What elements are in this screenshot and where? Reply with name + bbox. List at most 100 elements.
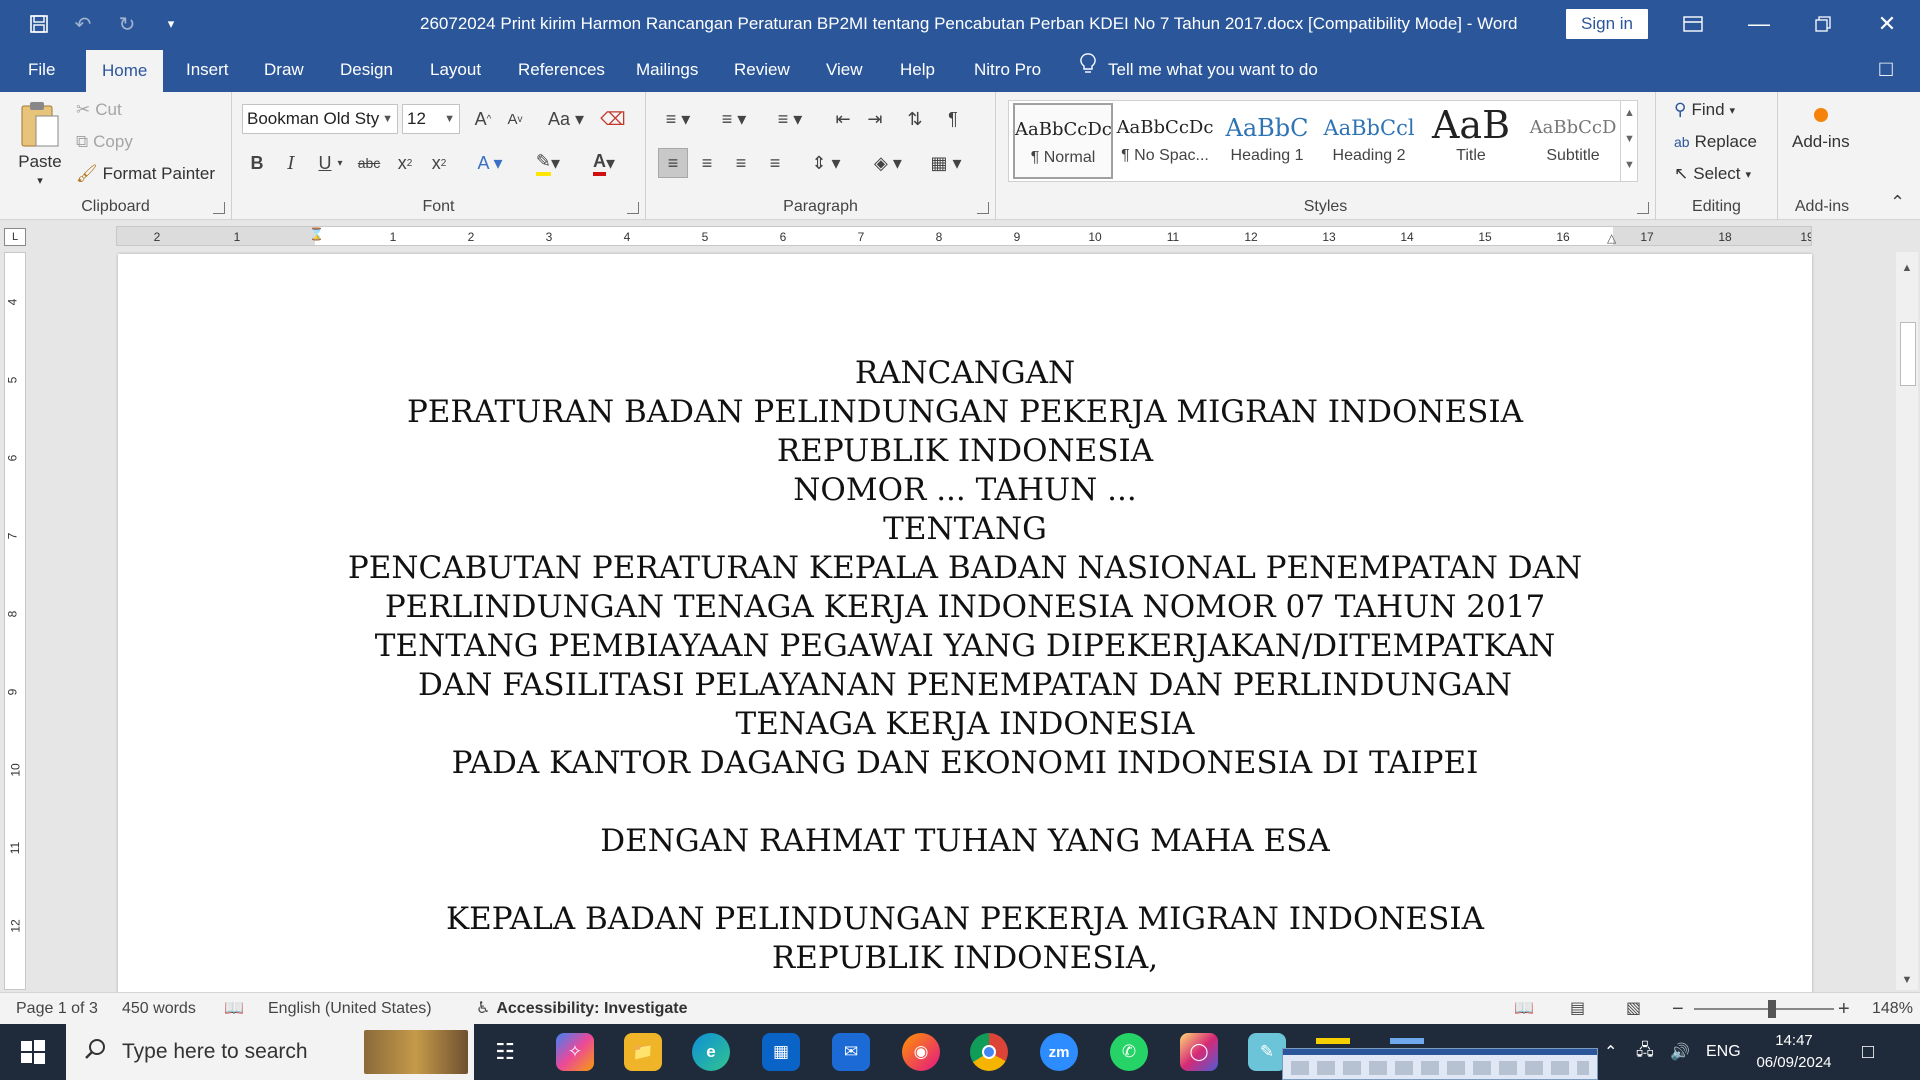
task-view-icon[interactable]: ☷ (486, 1033, 524, 1071)
web-layout-icon[interactable]: ▧ (1626, 993, 1641, 1025)
undo-icon[interactable]: ↶ (64, 5, 102, 43)
word-taskbar-icon[interactable] (1390, 1038, 1424, 1052)
numbering-icon[interactable]: ≡ ▾ (712, 104, 756, 134)
bullets-icon[interactable]: ≡ ▾ (656, 104, 700, 134)
system-clock[interactable]: 14:47 06/09/2024 (1752, 1030, 1836, 1074)
scroll-up-icon[interactable]: ▲ (1896, 258, 1918, 278)
tab-layout[interactable]: Layout (414, 48, 497, 92)
style-subtitle[interactable]: AaBbCcD Subtitle (1523, 103, 1623, 179)
font-color-icon[interactable]: A ▾ (584, 148, 624, 178)
highlight-icon[interactable]: ✎ ▾ (528, 148, 568, 178)
sticky-notes-icon[interactable] (1316, 1038, 1350, 1044)
cut-button[interactable]: ✂ Cut (76, 100, 122, 120)
volume-icon[interactable]: 🔊 (1670, 1024, 1690, 1080)
instagram-icon[interactable]: ◯ (1180, 1033, 1218, 1071)
replace-button[interactable]: ab Replace (1674, 132, 1757, 152)
indent-marker-icon[interactable]: ⌛ (309, 227, 324, 241)
find-button[interactable]: ⚲ Find ▾ (1674, 100, 1735, 120)
bold-icon[interactable]: B (242, 148, 272, 178)
change-case-icon[interactable]: Aa ▾ (544, 104, 588, 134)
chrome-icon[interactable] (970, 1033, 1008, 1071)
styles-gallery-scroll[interactable]: ▲ ▼ ▼ (1620, 100, 1638, 182)
sign-in-button[interactable]: Sign in (1566, 9, 1648, 39)
show-formatting-marks-icon[interactable]: ¶ (938, 104, 968, 134)
read-mode-icon[interactable]: 📖 (1514, 993, 1534, 1025)
right-indent-marker-icon[interactable]: △ (1607, 231, 1616, 245)
zoom-level[interactable]: 148% (1872, 993, 1913, 1025)
redo-icon[interactable]: ↻ (108, 5, 146, 43)
increease-indent-icon[interactable]: ⇥ (860, 104, 890, 134)
tab-nitro-pro[interactable]: Nitro Pro (958, 48, 1057, 92)
superscript-icon[interactable]: x2 (424, 148, 454, 178)
line-spacing-icon[interactable]: ⇕ ▾ (804, 148, 848, 178)
style-heading-2[interactable]: AaBbCcl Heading 2 (1319, 103, 1419, 179)
decrease-indent-icon[interactable]: ⇤ (828, 104, 858, 134)
ribbon-display-options-icon[interactable] (1664, 0, 1722, 48)
style-no-spacing[interactable]: AaBbCcDc ¶ No Spac... (1115, 103, 1215, 179)
horizontal-ruler[interactable]: 2 1 1 2 3 4 5 6 7 8 9 10 11 12 13 14 15 … (116, 226, 1812, 246)
input-language[interactable]: ENG (1706, 1024, 1741, 1080)
font-size-select[interactable]: 12 ▼ (402, 104, 460, 134)
tab-help[interactable]: Help (884, 48, 951, 92)
multilevel-list-icon[interactable]: ≡ ▾ (768, 104, 812, 134)
notepad-icon[interactable]: ✎ (1248, 1033, 1286, 1071)
vertical-ruler[interactable]: 4 5 6 7 8 9 10 11 12 (4, 252, 26, 990)
tab-references[interactable]: References (502, 48, 621, 92)
italic-icon[interactable]: I (276, 148, 306, 178)
chevron-down-icon[interactable]: ▼ (1621, 126, 1638, 152)
word-window-thumbnail[interactable] (1282, 1048, 1598, 1080)
restore-icon[interactable] (1794, 0, 1852, 48)
language-status[interactable]: English (United States) (268, 993, 432, 1025)
tab-insert[interactable]: Insert (170, 48, 245, 92)
align-right-icon[interactable]: ≡ (726, 148, 756, 178)
file-explorer-icon[interactable]: 📁 (624, 1033, 662, 1071)
tab-design[interactable]: Design (324, 48, 409, 92)
zoom-slider[interactable] (1694, 1008, 1834, 1010)
minimize-icon[interactable]: — (1730, 0, 1788, 48)
addins-button[interactable]: Add-ins (1792, 108, 1850, 152)
style-heading-1[interactable]: AaBbC Heading 1 (1217, 103, 1317, 179)
format-painter-button[interactable]: 🖌 Format Painter (76, 164, 215, 184)
scroll-down-icon[interactable]: ▼ (1896, 970, 1918, 990)
tab-draw[interactable]: Draw (248, 48, 320, 92)
subscript-icon[interactable]: x2 (390, 148, 420, 178)
customize-qat-icon[interactable]: ▾ (152, 5, 190, 43)
edge-icon[interactable]: e (692, 1033, 730, 1071)
zoom-slider-thumb[interactable] (1768, 1000, 1776, 1018)
copilot-icon[interactable]: ✧ (556, 1033, 594, 1071)
document-body[interactable]: RANCANGAN PERATURAN BADAN PELINDUNGAN PE… (118, 354, 1812, 978)
tell-me-search[interactable]: Tell me what you want to do (1080, 48, 1318, 92)
microsoft-store-icon[interactable]: ▦ (762, 1033, 800, 1071)
tab-home[interactable]: Home (86, 50, 164, 92)
vertical-scrollbar[interactable]: ▲ ▼ (1896, 252, 1918, 990)
tab-file[interactable]: File (12, 48, 71, 92)
style-normal[interactable]: AaBbCcDc ¶ Normal (1013, 103, 1113, 179)
tray-overflow-icon[interactable]: ⌃ (1604, 1024, 1617, 1080)
tab-view[interactable]: View (810, 48, 879, 92)
underline-dropdown-icon[interactable]: ▾ (332, 148, 348, 178)
shrink-font-icon[interactable]: Av (500, 104, 530, 134)
grow-font-icon[interactable]: A ^ (468, 104, 498, 134)
copy-button[interactable]: ⧉ Copy (76, 132, 133, 152)
comments-icon[interactable]: □ (1870, 56, 1902, 84)
clear-formatting-icon[interactable]: ⌫ (598, 104, 628, 134)
collapse-ribbon-icon[interactable]: ⌃ (1890, 192, 1905, 213)
text-effects-icon[interactable]: A ▾ (470, 148, 510, 178)
align-left-icon[interactable]: ≡ (658, 148, 688, 178)
word-count[interactable]: 450 words (122, 993, 196, 1025)
styles-launcher-icon[interactable] (1637, 202, 1649, 214)
justify-icon[interactable]: ≡ (760, 148, 790, 178)
select-button[interactable]: ↖ Select ▾ (1674, 164, 1751, 184)
scroll-thumb[interactable] (1900, 322, 1916, 386)
zoom-in-icon[interactable]: + (1838, 993, 1850, 1025)
strikethrough-icon[interactable]: abc (354, 148, 384, 178)
tab-mailings[interactable]: Mailings (620, 48, 714, 92)
font-launcher-icon[interactable] (627, 202, 639, 214)
document-page[interactable]: RANCANGAN PERATURAN BADAN PELINDUNGAN PE… (118, 254, 1812, 992)
whatsapp-icon[interactable]: ✆ (1110, 1033, 1148, 1071)
chevron-up-icon[interactable]: ▲ (1621, 100, 1638, 126)
tab-review[interactable]: Review (718, 48, 806, 92)
save-icon[interactable] (20, 5, 58, 43)
windows-start-icon[interactable] (0, 1024, 66, 1080)
style-title[interactable]: AaB Title (1421, 103, 1521, 179)
